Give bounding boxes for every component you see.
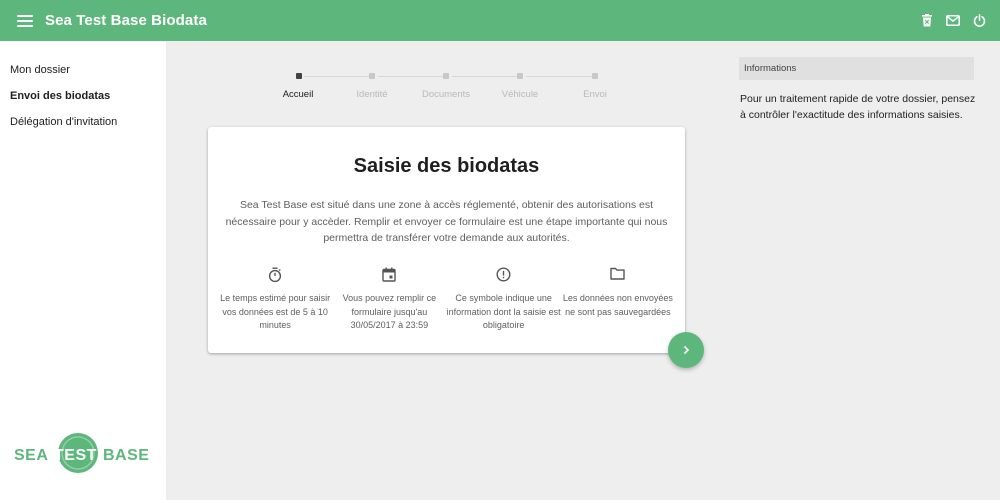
trash-icon[interactable] (920, 12, 934, 28)
error-outline-icon (447, 267, 561, 283)
step-dot-vehicule (517, 73, 523, 79)
card-intro-text: Sea Test Base est situé dans une zone à … (225, 199, 668, 244)
app-title: Sea Test Base Biodata (45, 12, 207, 29)
stepper-connector (526, 76, 592, 77)
feature-item: Les données non envoyées ne sont pas sau… (561, 267, 675, 333)
stepper-connector (304, 76, 372, 77)
feature-item: Ce symbole indique une information dont … (447, 267, 561, 333)
step-dot-documents (443, 73, 449, 79)
mail-icon[interactable] (946, 12, 960, 28)
sidebar-item-mon-dossier[interactable]: Mon dossier (10, 64, 70, 76)
power-icon[interactable] (972, 12, 986, 28)
calendar-icon (332, 267, 446, 283)
svg-text:TEST: TEST (54, 447, 97, 464)
chevron-right-icon (683, 345, 690, 355)
feature-item: Le temps estimé pour saisir vos données … (218, 267, 332, 333)
step-label-envoi[interactable]: Envoi (583, 89, 607, 100)
step-dot-envoi (592, 73, 598, 79)
stepper-connector (378, 76, 446, 77)
stepper-connector (452, 76, 520, 77)
app-bar-actions (920, 12, 986, 28)
sidebar: Mon dossier Envoi des biodatas Délégatio… (0, 41, 166, 500)
feature-text: Ce symbole indique une information dont … (446, 293, 561, 330)
step-dot-accueil (296, 73, 302, 79)
step-label-accueil[interactable]: Accueil (283, 89, 314, 100)
next-step-button[interactable] (668, 332, 704, 368)
feature-item: Vous pouvez remplir ce formulaire jusqu'… (332, 267, 446, 333)
feature-text: Les données non envoyées ne sont pas sau… (562, 293, 673, 317)
folder-icon (561, 267, 675, 283)
biodata-intro-card: Saisie des biodatas Sea Test Base est si… (208, 127, 685, 353)
feature-text: Vous pouvez remplir ce formulaire jusqu'… (342, 293, 437, 330)
sea-test-base-logo: SEA TEST BASE (14, 433, 154, 473)
svg-text:SEA: SEA (14, 447, 48, 464)
app-bar: Sea Test Base Biodata (0, 0, 1000, 41)
info-panel-header: Informations (739, 57, 974, 80)
feature-text: Le temps estimé pour saisir vos données … (220, 293, 331, 330)
feature-list: Le temps estimé pour saisir vos données … (208, 267, 685, 333)
step-label-documents[interactable]: Documents (422, 89, 470, 100)
step-label-vehicule[interactable]: Véhicule (502, 89, 538, 100)
sidebar-item-delegation-invitation[interactable]: Délégation d'invitation (10, 116, 117, 128)
svg-text:BASE: BASE (103, 447, 149, 464)
sidebar-item-envoi-des-biodatas[interactable]: Envoi des biodatas (10, 90, 110, 102)
hamburger-menu-icon[interactable] (17, 14, 33, 27)
step-dot-identite (369, 73, 375, 79)
timer-icon (218, 267, 332, 283)
step-label-identite[interactable]: Identité (356, 89, 387, 100)
progress-stepper: Accueil Identité Documents Véhicule Envo… (270, 70, 620, 102)
card-title: Saisie des biodatas (353, 155, 540, 177)
info-panel-text: Pour un traitement rapide de votre dossi… (740, 93, 976, 121)
